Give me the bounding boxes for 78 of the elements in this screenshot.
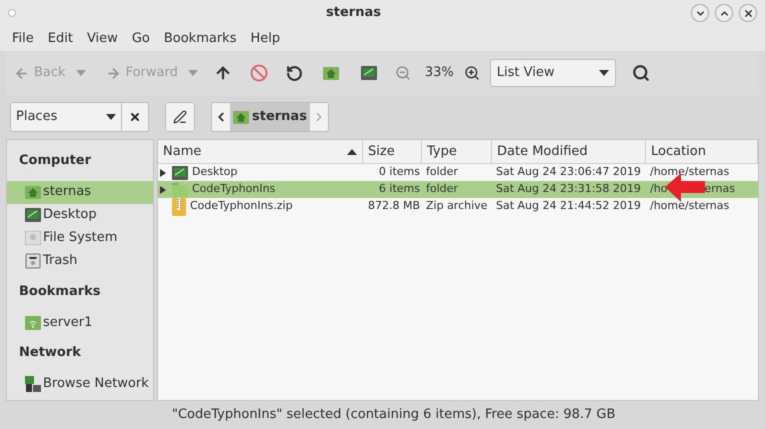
file-type: folder [426, 182, 458, 196]
caret-icon [106, 114, 116, 120]
trash-icon [25, 253, 41, 269]
file-location: /home/sternas [650, 164, 730, 180]
column-header[interactable]: Size [363, 140, 422, 163]
network-folder-icon [25, 316, 41, 330]
path-segment[interactable]: sternas [230, 103, 310, 131]
column-header[interactable]: Type [422, 140, 492, 163]
sidebar-heading: Bookmarks [18, 282, 102, 300]
item-size: 872.8 MB [368, 198, 420, 214]
window-title: sternas [325, 4, 382, 22]
monitor-icon [25, 208, 41, 222]
file-location: /home/sternas [650, 198, 730, 214]
column-header[interactable]: Name [158, 140, 363, 163]
date-modified: Sat Aug 24 23:31:58 2019 [496, 182, 641, 196]
file-name: CodeTyphonIns [192, 181, 276, 198]
places-dropdown[interactable]: Places [10, 102, 122, 132]
sidebar-heading: Computer [18, 152, 92, 170]
file-row[interactable]: CodeTyphonIns 6 items folder Sat Aug 24 23:31:58 2019 /ho ernas [158, 181, 758, 198]
caret-icon [76, 70, 86, 76]
close-icon [129, 111, 141, 123]
date-modified: Sat Aug 24 23:06:47 2019 [496, 165, 641, 178]
caret-icon [598, 70, 609, 76]
status-text: "CodeTyphonIns" selected (containing 6 items), Free space: 98.7 GB [172, 406, 616, 424]
folder-icon [172, 182, 188, 196]
column-header[interactable]: Location [646, 140, 758, 163]
expander-icon[interactable] [160, 168, 166, 176]
file-name: Desktop [192, 164, 238, 180]
sidebar-item[interactable]: Browse Network [7, 372, 153, 396]
monitor-icon [172, 166, 188, 180]
home-folder-icon [233, 110, 249, 124]
menu-item[interactable]: View [80, 28, 125, 48]
home-folder-icon [322, 66, 339, 80]
zoom-out-icon[interactable] [394, 65, 411, 81]
column-header[interactable]: Date Modified [492, 140, 646, 163]
item-size: 0 items [378, 164, 420, 180]
expander-icon[interactable] [160, 186, 166, 194]
file-type: folder [426, 165, 458, 178]
sidebar-item[interactable]: File System [7, 226, 153, 250]
home-folder-icon [25, 185, 41, 199]
right-arrow-icon [106, 66, 121, 80]
archive-icon [172, 198, 186, 216]
reload-icon[interactable] [286, 64, 303, 82]
caret-icon [188, 70, 198, 76]
sidebar-item[interactable]: server1 [7, 311, 153, 334]
network-icon [25, 376, 41, 392]
close-button[interactable] [122, 102, 149, 132]
sidebar-item[interactable]: sternas [7, 180, 153, 204]
file-location: /ho [650, 181, 668, 198]
sidebar-item[interactable]: Desktop [7, 204, 153, 226]
zoom-in-icon[interactable] [464, 65, 480, 81]
item-size: 6 items [378, 181, 420, 198]
drive-icon [25, 231, 41, 245]
file-type: Zip archive [426, 199, 488, 212]
edit-path-button[interactable] [165, 102, 195, 132]
date-modified: Sat Aug 24 21:44:52 2019 [496, 199, 641, 212]
maximize-button[interactable] [715, 4, 733, 22]
menu-item[interactable]: Help [243, 28, 288, 48]
minimize-button[interactable] [691, 4, 709, 22]
pen-icon [173, 110, 187, 124]
file-name: CodeTyphonIns.zip [190, 198, 293, 214]
close-button[interactable] [739, 4, 757, 22]
menu-item[interactable]: Go [124, 28, 157, 48]
file-row[interactable]: CodeTyphonIns.zip 872.8 MB Zip archive Sat Aug 24 21:44:52 2019 /home/sternas [158, 198, 758, 215]
sidebar-item[interactable]: Trash [7, 250, 153, 272]
sidebar-heading: Network [18, 344, 82, 362]
menu-item[interactable]: File [5, 28, 41, 48]
window-dot-icon [8, 9, 16, 17]
file-location: ernas [704, 181, 735, 198]
sort-ascending-icon [347, 148, 357, 154]
menu-item[interactable]: Edit [40, 28, 80, 48]
close-icon [742, 8, 754, 18]
zoom-level: 33% [424, 64, 454, 82]
menu-item[interactable]: Bookmarks [156, 28, 244, 48]
search-icon[interactable] [632, 64, 650, 82]
view-dropdown[interactable]: List View [490, 59, 616, 87]
monitor-icon [360, 66, 377, 80]
file-row[interactable]: Desktop 0 items folder Sat Aug 24 23:06:47 2019 /home/sternas [158, 164, 758, 181]
